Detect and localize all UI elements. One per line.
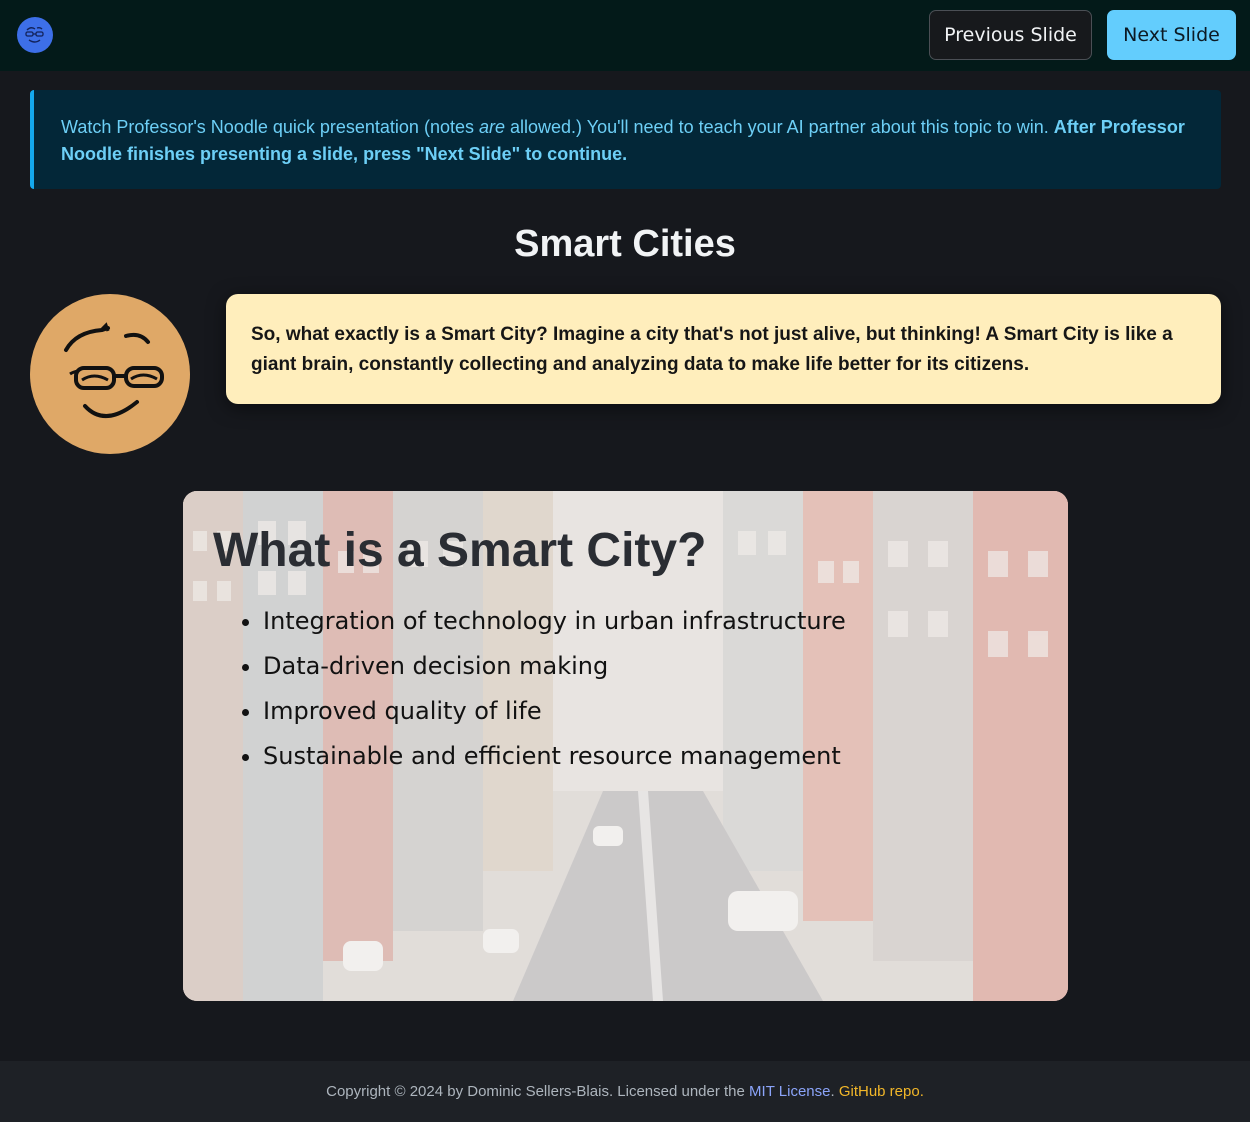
professor-noodle-logo-icon[interactable]: [17, 17, 53, 53]
list-item: Improved quality of life: [263, 689, 846, 734]
speech-text: So, what exactly is a Smart City? Imagin…: [251, 324, 1173, 375]
footer-copyright: Copyright © 2024 by Dominic Sellers-Blai…: [326, 1083, 750, 1100]
footer: Copyright © 2024 by Dominic Sellers-Blai…: [0, 1061, 1250, 1122]
previous-slide-button[interactable]: Previous Slide: [929, 10, 1092, 60]
next-slide-button[interactable]: Next Slide: [1107, 10, 1236, 60]
alert-text-part-2: allowed.) You'll need to teach your AI p…: [505, 117, 1054, 137]
next-slide-label: Next Slide: [1123, 24, 1220, 46]
slide-bullet-list: Integration of technology in urban infra…: [223, 599, 846, 779]
list-item: Data-driven decision making: [263, 644, 846, 689]
top-navbar: Previous Slide Next Slide: [0, 0, 1250, 71]
slide-heading: What is a Smart City?: [213, 524, 707, 577]
instructions-alert: Watch Professor's Noodle quick presentat…: [30, 90, 1221, 189]
professor-noodle-avatar-icon: [30, 294, 190, 454]
footer-separator: .: [830, 1083, 839, 1100]
list-item: Integration of technology in urban infra…: [263, 599, 846, 644]
alert-text-part-1: Watch Professor's Noodle quick presentat…: [61, 117, 479, 137]
page-title: Smart Cities: [514, 223, 736, 265]
github-repo-link[interactable]: GitHub repo.: [839, 1083, 924, 1100]
mit-license-link[interactable]: MIT License: [749, 1083, 830, 1100]
slide-card: What is a Smart City? Integration of tec…: [183, 491, 1068, 1001]
list-item: Sustainable and efficient resource manag…: [263, 734, 846, 779]
previous-slide-label: Previous Slide: [944, 24, 1077, 46]
speech-bubble: So, what exactly is a Smart City? Imagin…: [226, 294, 1221, 404]
alert-text-emphasis: are: [478, 117, 505, 137]
